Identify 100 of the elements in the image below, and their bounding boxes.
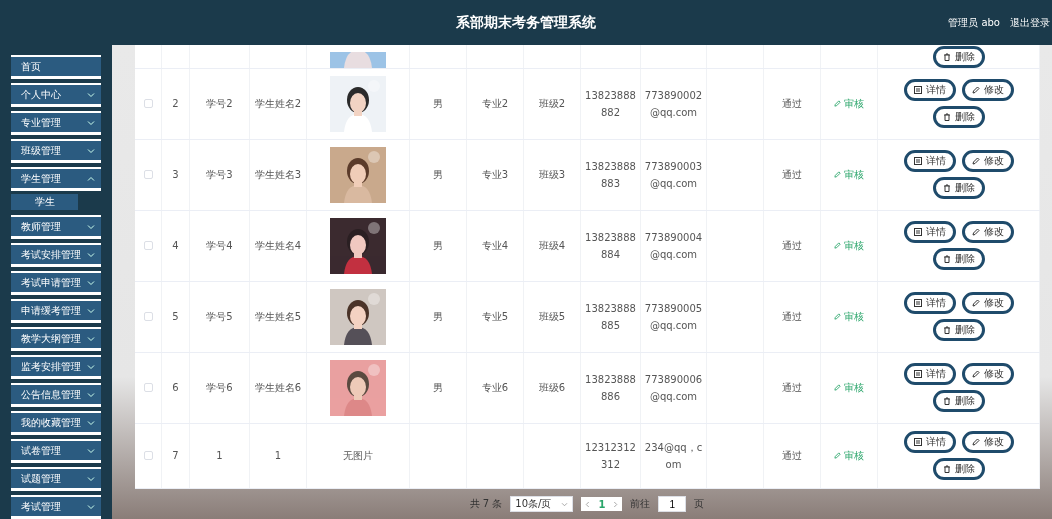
table-cell-text: 男: [433, 168, 443, 183]
trash-icon: [942, 184, 951, 193]
menu-item[interactable]: 首页: [11, 55, 101, 79]
total-count: 共 7 条: [469, 497, 503, 511]
table-cell-text: 班级6: [538, 381, 566, 396]
table-cell-text: 通过: [782, 449, 802, 464]
details-button[interactable]: 详情: [903, 363, 956, 386]
menu-item[interactable]: 专业管理: [11, 111, 101, 135]
chevron-icon: [87, 147, 95, 154]
menu-item[interactable]: 试题管理: [11, 467, 101, 491]
row-checkbox[interactable]: [143, 99, 153, 109]
chevron-icon: [87, 119, 95, 126]
table-cell-text: 13823888882: [584, 88, 637, 120]
menu-item[interactable]: 考试安排管理: [11, 243, 101, 267]
details-button[interactable]: 详情: [903, 431, 956, 454]
table-cell-text: 13823888884: [584, 230, 637, 262]
menu-item[interactable]: 学生管理: [11, 167, 101, 191]
menu-item[interactable]: 考试管理: [11, 495, 101, 519]
table-cell-text: 234@qq，com: [644, 440, 703, 472]
delete-button[interactable]: 删除: [932, 319, 985, 342]
chevron-icon: [87, 335, 95, 342]
table-cell-text: 通过: [782, 168, 802, 183]
details-button[interactable]: 详情: [903, 79, 956, 102]
details-button[interactable]: 详情: [903, 221, 956, 244]
row-checkbox[interactable]: [143, 170, 153, 180]
details-icon: [913, 438, 922, 447]
delete-button[interactable]: 删除: [932, 177, 985, 200]
table-cell-text: 专业2: [481, 97, 509, 112]
trash-icon: [942, 52, 951, 61]
logout-link[interactable]: 退出登录: [1010, 15, 1050, 30]
pencil-icon: [834, 384, 841, 392]
menu-item[interactable]: 考试申请管理: [11, 271, 101, 295]
details-icon: [913, 157, 922, 166]
edit-icon: [971, 370, 980, 379]
previous-page-icon[interactable]: [585, 500, 591, 508]
edit-icon: [971, 299, 980, 308]
app-title: 系部期末考务管理系统: [456, 13, 596, 32]
delete-button[interactable]: 删除: [932, 390, 985, 413]
table-cell-text: 学号4: [206, 239, 233, 254]
chevron-icon: [87, 91, 95, 98]
row-checkbox[interactable]: [143, 241, 153, 251]
menu-item[interactable]: 公告信息管理: [11, 383, 101, 407]
table-cell-text: 班级2: [538, 97, 566, 112]
table-cell-text: 773890004@qq.com: [644, 230, 703, 262]
details-button[interactable]: 详情: [903, 150, 956, 173]
edit-button[interactable]: 修改: [961, 292, 1014, 315]
page-input[interactable]: 1: [658, 496, 687, 512]
table-cell-text: 学生姓名4: [254, 239, 302, 254]
table-cell-text: 13823888883: [584, 159, 637, 191]
table-cell-text: 专业3: [481, 168, 509, 183]
table-cell-text: 男: [433, 310, 443, 325]
chevron-icon: [87, 503, 95, 510]
table-cell-text: 12312312312: [584, 440, 637, 472]
delete-button[interactable]: 删除: [932, 106, 985, 129]
menu-item[interactable]: 教学大纲管理: [11, 327, 101, 351]
chevron-icon: [87, 307, 95, 314]
details-icon: [913, 299, 922, 308]
edit-button[interactable]: 修改: [961, 431, 1014, 454]
table-cell-text: 13823888885: [584, 301, 637, 333]
table-cell-text: 773890002@qq.com: [644, 88, 703, 120]
trash-icon: [942, 397, 951, 406]
delete-button[interactable]: 删除: [932, 248, 985, 271]
table-cell-text: 学号2: [206, 97, 233, 112]
row-number: 6: [172, 381, 179, 396]
submenu-item[interactable]: 学生: [11, 194, 78, 210]
details-button[interactable]: 详情: [903, 292, 956, 315]
pencil-icon: [834, 242, 841, 250]
chevron-icon: [87, 447, 95, 454]
menu-item[interactable]: 监考安排管理: [11, 355, 101, 379]
delete-button[interactable]: 删除: [932, 45, 985, 68]
menu-item[interactable]: 班级管理: [11, 139, 101, 163]
table-cell-text: 773890003@qq.com: [644, 159, 703, 191]
table-cell-text: 学生姓名5: [254, 310, 302, 325]
menu-item[interactable]: 个人中心: [11, 83, 101, 107]
menu-item[interactable]: 教师管理: [11, 215, 101, 239]
delete-button[interactable]: 删除: [932, 458, 985, 481]
edit-button[interactable]: 修改: [961, 221, 1014, 244]
edit-button[interactable]: 修改: [961, 363, 1014, 386]
trash-icon: [942, 255, 951, 264]
table-cell-text: 学号3: [206, 168, 233, 183]
table-cell-text: 773890005@qq.com: [644, 301, 703, 333]
next-page-icon[interactable]: [613, 500, 619, 508]
edit-icon: [971, 438, 980, 447]
table-cell-text: 通过: [782, 310, 802, 325]
pencil-icon: [834, 452, 841, 460]
edit-button[interactable]: 修改: [961, 150, 1014, 173]
table-cell-text: 学生姓名6: [254, 381, 302, 396]
menu-item[interactable]: 申请缓考管理: [11, 299, 101, 323]
table-cell-text: 学号6: [206, 381, 233, 396]
menu-item[interactable]: 试卷管理: [11, 439, 101, 463]
user-name: 管理员 abo: [948, 15, 1000, 30]
page-size-select[interactable]: 10条/页: [510, 496, 574, 512]
chevron-icon: [561, 501, 569, 507]
row-checkbox[interactable]: [143, 312, 153, 322]
row-checkbox[interactable]: [143, 451, 153, 461]
row-checkbox[interactable]: [143, 383, 153, 393]
edit-button[interactable]: 修改: [961, 79, 1014, 102]
menu-item[interactable]: 我的收藏管理: [11, 411, 101, 435]
chevron-icon: [87, 223, 95, 230]
table-cell-text: 通过: [782, 381, 802, 396]
